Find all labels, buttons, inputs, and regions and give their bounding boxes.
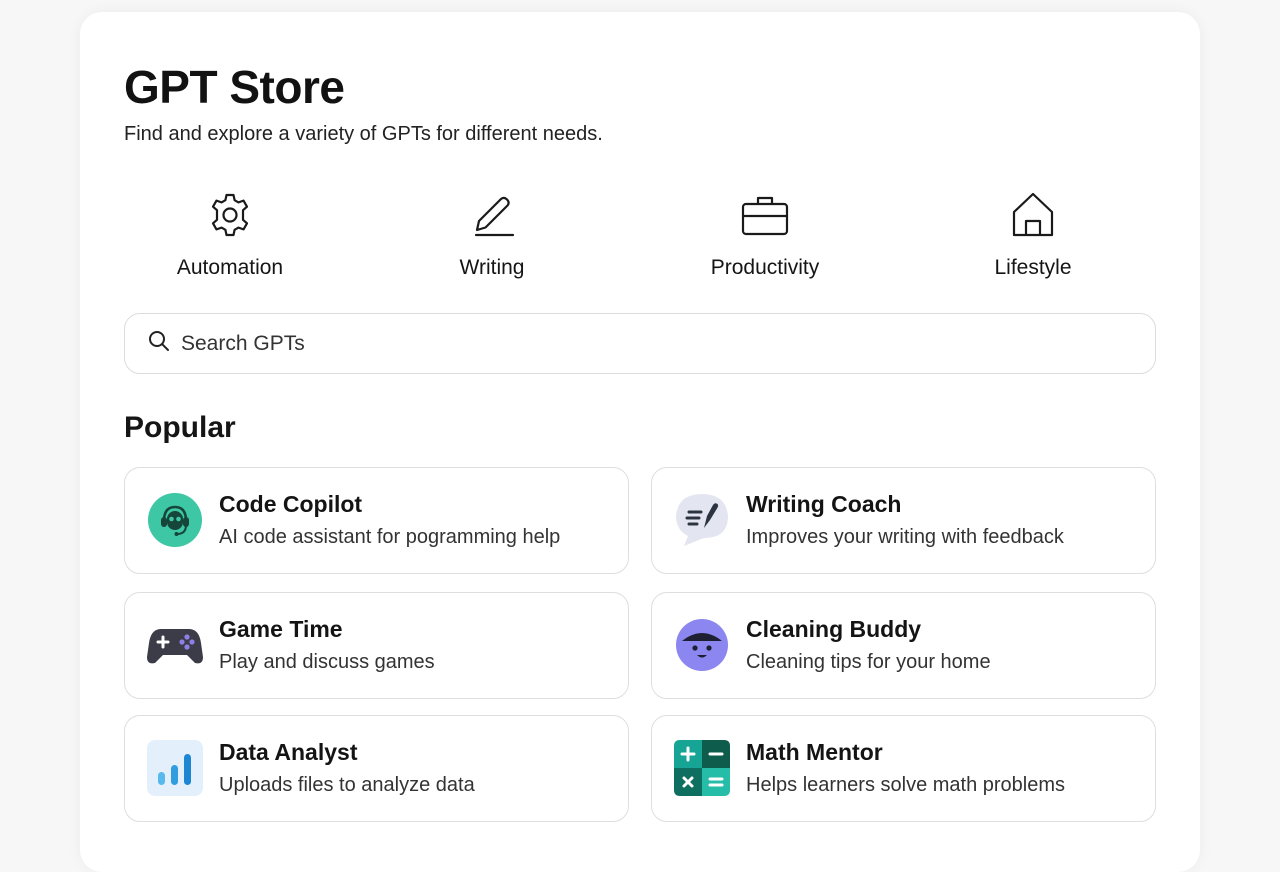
category-automation[interactable]: Automation: [130, 190, 330, 290]
card-title: Code Copilot: [219, 491, 363, 517]
gpt-card-writing-coach[interactable]: Writing Coach Improves your writing with…: [651, 467, 1156, 574]
briefcase-icon: [740, 190, 790, 245]
card-title: Writing Coach: [746, 491, 902, 517]
search-icon: [147, 329, 171, 358]
category-label: Writing: [459, 256, 525, 279]
category-productivity[interactable]: Productivity: [665, 190, 865, 290]
card-description: Improves your writing with feedback: [746, 526, 1064, 548]
card-title: Data Analyst: [219, 739, 358, 765]
page-subtitle: Find and explore a variety of GPTs for d…: [124, 123, 603, 145]
gpt-store-panel: GPT Store Find and explore a variety of …: [80, 12, 1200, 872]
gpt-card-cleaning-buddy[interactable]: Cleaning Buddy Cleaning tips for your ho…: [651, 592, 1156, 699]
card-description: Play and discuss games: [219, 651, 435, 673]
category-lifestyle[interactable]: Lifestyle: [933, 190, 1133, 290]
calculator-icon: [674, 740, 730, 796]
card-title: Math Mentor: [746, 739, 883, 765]
gpt-card-game-time[interactable]: Game Time Play and discuss games: [124, 592, 629, 699]
robot-headset-icon: [147, 492, 203, 548]
chat-pen-icon: [674, 492, 730, 548]
card-description: Uploads files to analyze data: [219, 774, 475, 796]
home-icon: [1008, 190, 1058, 245]
category-writing[interactable]: Writing: [392, 190, 592, 290]
card-description: Cleaning tips for your home: [746, 651, 991, 673]
card-description: AI code assistant for pogramming help: [219, 526, 561, 548]
card-description: Helps learners solve math problems: [746, 774, 1066, 796]
page-title: GPT Store: [124, 61, 345, 113]
bar-chart-icon: [147, 740, 203, 796]
category-label: Lifestyle: [994, 256, 1072, 279]
card-title: Game Time: [219, 616, 343, 642]
card-title: Cleaning Buddy: [746, 616, 922, 642]
pencil-icon: [467, 190, 517, 245]
gpt-card-math-mentor[interactable]: Math Mentor Helps learners solve math pr…: [651, 715, 1156, 822]
cleaning-face-icon: [674, 617, 730, 673]
category-label: Productivity: [710, 256, 820, 279]
category-label: Automation: [176, 256, 284, 279]
popular-heading: Popular: [124, 411, 236, 444]
search-input[interactable]: [181, 331, 1081, 356]
gear-icon: [205, 190, 255, 245]
search-bar[interactable]: [124, 313, 1156, 374]
gpt-card-code-copilot[interactable]: Code Copilot AI code assistant for pogra…: [124, 467, 629, 574]
gpt-card-data-analyst[interactable]: Data Analyst Uploads files to analyze da…: [124, 715, 629, 822]
gamepad-icon: [147, 617, 203, 673]
